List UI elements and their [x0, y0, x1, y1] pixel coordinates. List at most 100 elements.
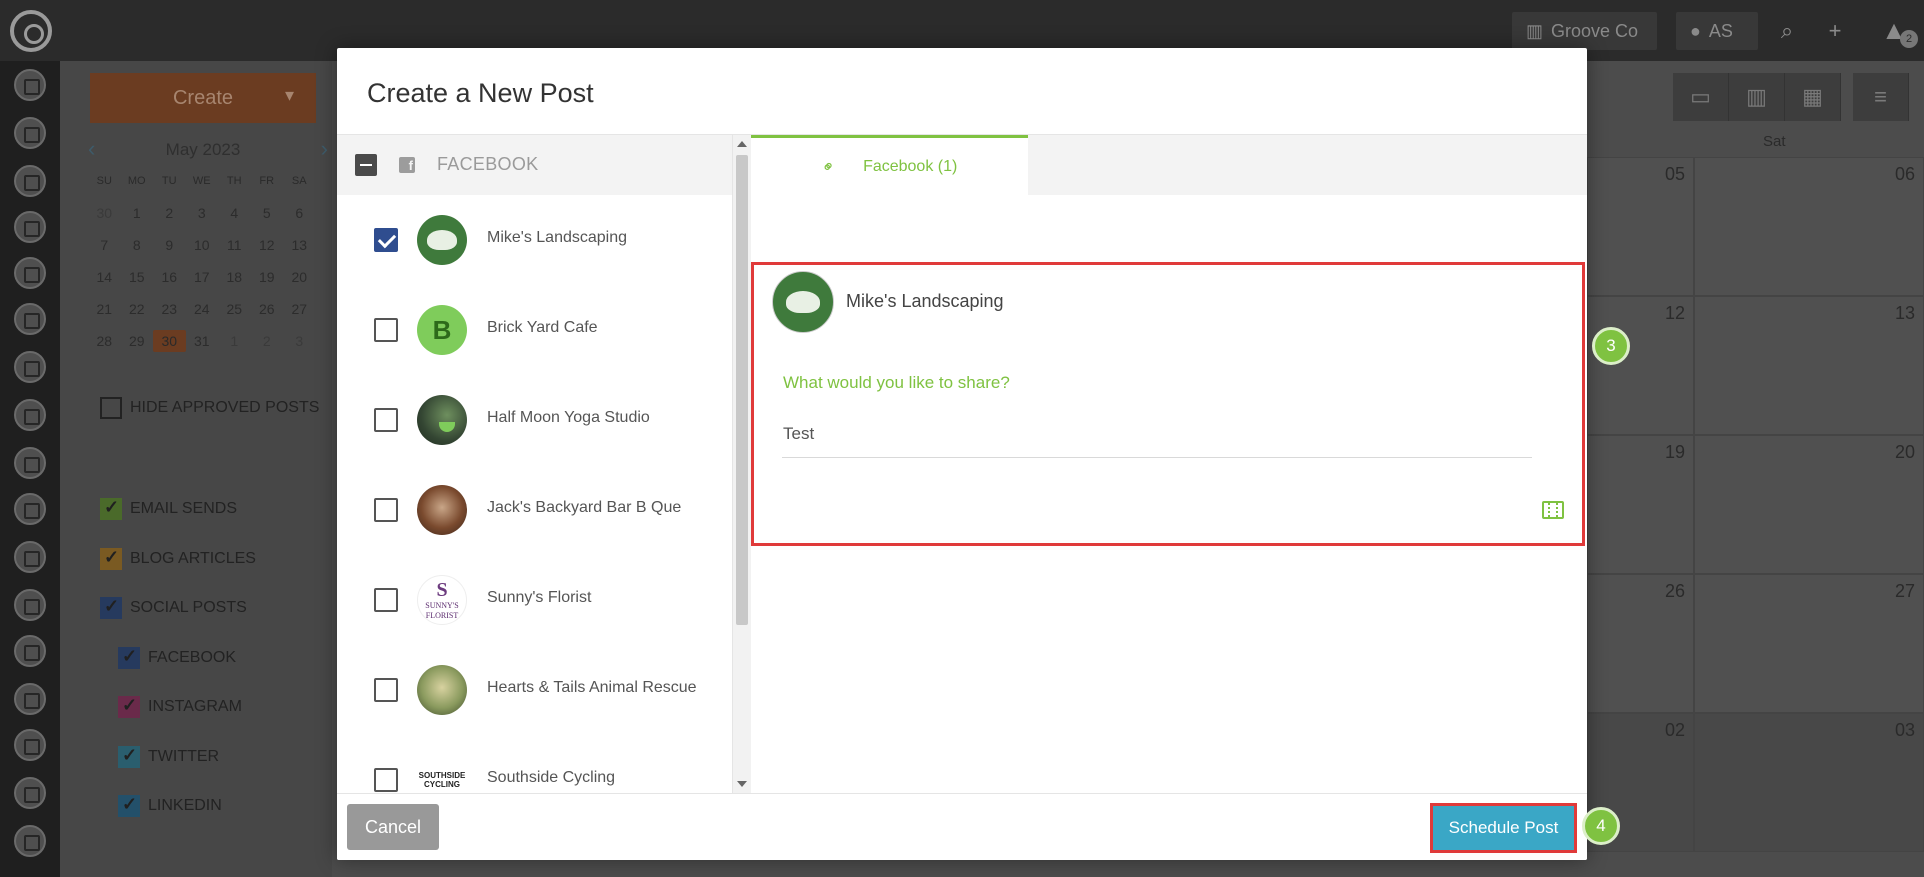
calendar-day[interactable]: 3: [186, 202, 219, 224]
account-checkbox[interactable]: [374, 768, 398, 792]
user-settings-icon[interactable]: [14, 777, 46, 809]
account-checkbox[interactable]: [374, 498, 398, 522]
calendar-day[interactable]: 7: [88, 234, 121, 256]
account-row[interactable]: S SUNNY'S FLORIST Sunny's Florist: [337, 555, 732, 645]
shield-icon[interactable]: [14, 399, 46, 431]
account-list-scrollbar[interactable]: [733, 135, 751, 793]
calendar-day[interactable]: 23: [153, 298, 186, 320]
scrollbar-thumb[interactable]: [736, 155, 748, 625]
rocket-nav-icon[interactable]: [14, 635, 46, 667]
filter-linkedin[interactable]: LINKEDIN: [118, 794, 222, 817]
calendar-day[interactable]: 19: [251, 266, 284, 288]
account-checkbox[interactable]: [374, 588, 398, 612]
thumbs-up-icon[interactable]: [14, 447, 46, 479]
calendar-cell[interactable]: 26: [1587, 574, 1694, 713]
account-checkbox[interactable]: [374, 318, 398, 342]
filter-email-sends[interactable]: EMAIL SENDS: [100, 497, 237, 520]
calendar-day[interactable]: 1: [121, 202, 154, 224]
video-icon[interactable]: [14, 493, 46, 525]
reports-icon[interactable]: [14, 825, 46, 857]
facebook-checkbox[interactable]: [118, 646, 140, 669]
list-icon[interactable]: [14, 303, 46, 335]
analytics-icon[interactable]: [14, 683, 46, 715]
calendar-cell[interactable]: 27: [1694, 574, 1924, 713]
map-icon[interactable]: [14, 211, 46, 243]
schedule-post-button[interactable]: Schedule Post: [1430, 803, 1577, 853]
megaphone-icon[interactable]: [14, 351, 46, 383]
clipboard-icon[interactable]: [14, 165, 46, 197]
calendar-day[interactable]: 12: [251, 234, 284, 256]
list-view-icon[interactable]: ≡: [1853, 73, 1909, 121]
calendar-day[interactable]: 14: [88, 266, 121, 288]
calendar-day[interactable]: 21: [88, 298, 121, 320]
inbox-icon[interactable]: [14, 117, 46, 149]
filter-instagram[interactable]: INSTAGRAM: [118, 695, 242, 718]
hide-approved-toggle[interactable]: HIDE APPROVED POSTS: [100, 397, 319, 419]
calendar-cell[interactable]: 13: [1694, 296, 1924, 435]
rocket-icon[interactable]: ▲ 2: [1864, 0, 1924, 61]
calendar-cell[interactable]: 12: [1587, 296, 1694, 435]
scroll-up-arrow-icon[interactable]: [737, 141, 747, 147]
filter-facebook[interactable]: FACEBOOK: [118, 646, 236, 669]
branch-icon[interactable]: [14, 257, 46, 289]
calendar-cell[interactable]: 20: [1694, 435, 1924, 574]
app-logo-icon[interactable]: [10, 10, 52, 52]
calendar-day[interactable]: 13: [283, 234, 316, 256]
calendar-cell[interactable]: 05: [1587, 157, 1694, 296]
company-switcher[interactable]: ▥ Groove Co: [1512, 12, 1657, 50]
filter-social-posts[interactable]: SOCIAL POSTS: [100, 596, 247, 619]
support-icon[interactable]: [14, 729, 46, 761]
calendar-day-today[interactable]: 30: [153, 330, 186, 352]
instagram-checkbox[interactable]: [118, 695, 140, 718]
calendar-day[interactable]: 11: [218, 234, 251, 256]
account-row[interactable]: Jack's Backyard Bar B Que: [337, 465, 732, 555]
calendar-day[interactable]: 27: [283, 298, 316, 320]
hide-approved-checkbox[interactable]: [100, 397, 122, 419]
calendar-cell[interactable]: 19: [1587, 435, 1694, 574]
calendar-day[interactable]: 15: [121, 266, 154, 288]
calendar-day[interactable]: 30: [88, 202, 121, 224]
blog-articles-checkbox[interactable]: [100, 547, 122, 570]
calendar-icon[interactable]: [14, 589, 46, 621]
calendar-day[interactable]: 29: [121, 330, 154, 352]
calendar-day[interactable]: 31: [186, 330, 219, 352]
prev-month-icon[interactable]: ‹: [88, 136, 95, 162]
search-icon[interactable]: ⌕: [1770, 14, 1804, 48]
account-row[interactable]: SOUTHSIDE CYCLING Southside Cycling: [337, 735, 732, 793]
scroll-down-arrow-icon[interactable]: [737, 781, 747, 787]
calendar-day[interactable]: 26: [251, 298, 284, 320]
calendar-day[interactable]: 16: [153, 266, 186, 288]
linkedin-checkbox[interactable]: [118, 794, 140, 817]
contacts-icon[interactable]: [14, 69, 46, 101]
filter-twitter[interactable]: TWITTER: [118, 745, 219, 768]
social-posts-checkbox[interactable]: [100, 596, 122, 619]
calendar-day[interactable]: 1: [218, 330, 251, 352]
calendar-cell[interactable]: 03: [1694, 713, 1924, 852]
calendar-day[interactable]: 2: [153, 202, 186, 224]
account-row[interactable]: Mike's Landscaping: [337, 195, 732, 285]
calendar-day[interactable]: 6: [283, 202, 316, 224]
month-view-icon[interactable]: ▦: [1785, 73, 1841, 121]
account-checkbox[interactable]: [374, 678, 398, 702]
create-button[interactable]: Create: [90, 73, 316, 123]
calendar-day[interactable]: 9: [153, 234, 186, 256]
calendar-cell[interactable]: 06: [1694, 157, 1924, 296]
calendar-day[interactable]: 25: [218, 298, 251, 320]
calendar-day[interactable]: 28: [88, 330, 121, 352]
twitter-checkbox[interactable]: [118, 745, 140, 768]
calendar-day[interactable]: 10: [186, 234, 219, 256]
calendar-day[interactable]: 3: [283, 330, 316, 352]
cancel-button[interactable]: Cancel: [347, 804, 439, 850]
filter-blog-articles[interactable]: BLOG ARTICLES: [100, 547, 256, 570]
gallery-icon[interactable]: [14, 541, 46, 573]
calendar-day[interactable]: 8: [121, 234, 154, 256]
calendar-day[interactable]: 17: [186, 266, 219, 288]
account-row[interactable]: B Brick Yard Cafe: [337, 285, 732, 375]
select-all-checkbox[interactable]: [355, 154, 377, 176]
day-view-icon[interactable]: ▭: [1673, 73, 1729, 121]
week-view-icon[interactable]: ▥: [1729, 73, 1785, 121]
calendar-day[interactable]: 20: [283, 266, 316, 288]
calendar-day[interactable]: 24: [186, 298, 219, 320]
account-checkbox[interactable]: [374, 408, 398, 432]
next-month-icon[interactable]: ›: [321, 136, 328, 162]
